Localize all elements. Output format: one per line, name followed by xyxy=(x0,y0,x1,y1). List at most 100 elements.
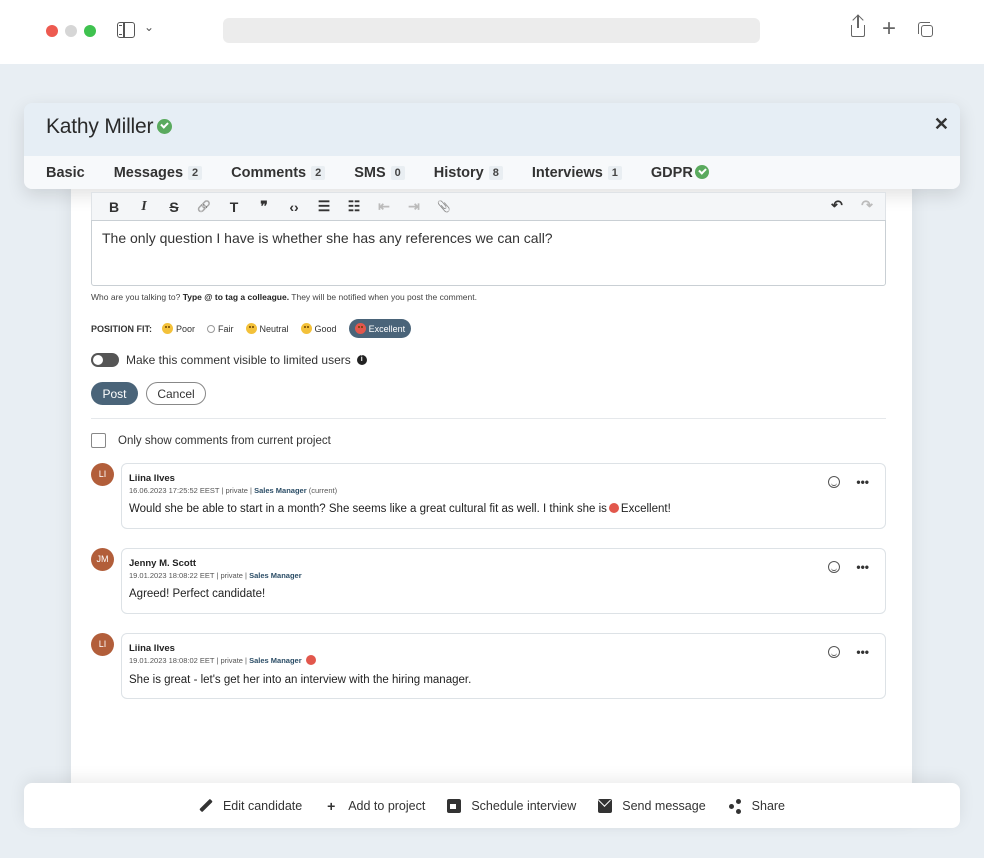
avatar: LI xyxy=(91,463,114,486)
plus-icon: + xyxy=(327,797,336,814)
tab-bar: Basic Messages 2 Comments 2 SMS 0 History 8 … xyxy=(24,156,960,189)
avatar: LI xyxy=(91,633,114,656)
fit-option-poor[interactable]: Poor xyxy=(162,323,195,334)
schedule-interview-button[interactable]: Schedule interview xyxy=(447,798,576,813)
heading-icon[interactable]: T xyxy=(226,199,242,215)
tab-basic[interactable]: Basic xyxy=(46,165,85,181)
tab-count: 2 xyxy=(188,165,203,180)
tab-count: 1 xyxy=(607,165,622,180)
tab-history[interactable]: History 8 xyxy=(434,165,503,181)
share-icon[interactable] xyxy=(851,14,865,37)
comment-editor[interactable]: The only question I have is whether she … xyxy=(91,220,886,286)
add-to-project-button[interactable]: + Add to project xyxy=(324,799,425,813)
add-reaction-icon[interactable] xyxy=(828,646,841,658)
more-options-icon[interactable]: ••• xyxy=(856,646,869,658)
attachment-icon[interactable]: 📎 xyxy=(436,200,452,213)
post-button[interactable]: Post xyxy=(91,382,138,405)
tab-sms[interactable]: SMS 0 xyxy=(354,165,405,181)
calendar-icon xyxy=(447,798,462,813)
avatar: JM xyxy=(91,548,114,571)
link-icon[interactable]: 🔗 xyxy=(196,200,212,213)
close-icon[interactable]: ✕ xyxy=(934,114,949,135)
quote-icon[interactable]: ❞ xyxy=(256,198,272,215)
tab-overview-icon[interactable] xyxy=(918,22,934,38)
info-icon[interactable]: i xyxy=(356,355,367,365)
divider xyxy=(91,418,886,419)
gdpr-check-icon xyxy=(694,164,709,179)
more-options-icon[interactable]: ••• xyxy=(856,561,869,573)
send-message-button[interactable]: Send message xyxy=(598,798,706,813)
comment-text: She is great - let's get her into an int… xyxy=(129,674,472,687)
project-filter-label: Only show comments from current project xyxy=(118,434,331,447)
tab-gdpr[interactable]: GDPR xyxy=(651,164,709,181)
comment-author: Liina Ilves xyxy=(129,643,175,654)
tab-interviews[interactable]: Interviews 1 xyxy=(532,165,622,181)
browser-chrome: ⌄ + xyxy=(0,0,984,64)
editor-toolbar: B I S 🔗 T ❞ ‹› ☰ ☷ ⇤ ⇥ 📎 ↶ ↷ xyxy=(91,192,886,220)
comment-card: Liina Ilves 19.01.2023 18:08:02 EET | pr… xyxy=(121,633,886,699)
bullet-list-icon[interactable]: ☰ xyxy=(316,198,332,215)
comment-text: Would she be able to start in a month? S… xyxy=(129,502,671,515)
visibility-toggle-label: Make this comment visible to limited use… xyxy=(126,353,351,367)
add-reaction-icon[interactable] xyxy=(828,476,841,488)
comment-author: Jenny M. Scott xyxy=(129,558,197,569)
tab-comments[interactable]: Comments 2 xyxy=(231,165,326,181)
fit-option-neutral[interactable]: Neutral xyxy=(245,323,289,334)
heart-eyes-face-icon xyxy=(305,655,316,666)
close-window-button[interactable] xyxy=(46,25,58,37)
chevron-down-icon[interactable]: ⌄ xyxy=(144,20,154,34)
visibility-toggle-row: Make this comment visible to limited use… xyxy=(91,353,367,367)
share-button[interactable]: Share xyxy=(728,798,785,814)
new-tab-icon[interactable]: + xyxy=(882,17,896,41)
tab-count: 2 xyxy=(311,165,326,180)
strikethrough-icon[interactable]: S xyxy=(166,199,182,215)
sidebar-toggle-icon[interactable] xyxy=(117,22,135,38)
comment-text: Agreed! Perfect candidate! xyxy=(129,588,266,600)
editor-text: The only question I have is whether she … xyxy=(102,230,553,246)
neutral-circle-icon xyxy=(207,324,216,333)
candidate-header: Kathy Miller ✕ Basic Messages 2 Comments 2… xyxy=(24,103,960,189)
weary-face-icon xyxy=(162,323,174,334)
position-fit-label: POSITION FIT: xyxy=(91,323,153,334)
cancel-button[interactable]: Cancel xyxy=(146,382,206,405)
add-reaction-icon[interactable] xyxy=(828,561,841,573)
heart-eyes-face-icon xyxy=(354,323,366,334)
edit-candidate-button[interactable]: Edit candidate xyxy=(199,799,302,813)
position-fit: POSITION FIT: Poor Fair Neutral Good Exc… xyxy=(91,319,423,338)
minimize-window-button[interactable] xyxy=(65,25,77,37)
tab-messages[interactable]: Messages 2 xyxy=(114,165,203,181)
address-bar[interactable] xyxy=(223,18,760,43)
mention-hint: Who are you talking to? Type @ to tag a … xyxy=(91,292,477,302)
redo-icon[interactable]: ↷ xyxy=(859,197,875,214)
verified-check-icon xyxy=(157,118,173,134)
envelope-icon xyxy=(598,798,613,813)
comment-card: Jenny M. Scott 19.01.2023 18:08:22 EET |… xyxy=(121,548,886,614)
comment-meta: 16.06.2023 17:25:52 EEST | private | Sal… xyxy=(129,486,338,495)
numbered-list-icon[interactable]: ☷ xyxy=(346,198,362,215)
comment-card: Liina Ilves 16.06.2023 17:25:52 EEST | p… xyxy=(121,463,886,529)
tab-count: 0 xyxy=(390,165,405,180)
neutral-face-icon xyxy=(245,323,257,334)
italic-icon[interactable]: I xyxy=(136,199,152,215)
code-icon[interactable]: ‹› xyxy=(286,199,302,215)
share-icon xyxy=(728,798,742,814)
visibility-toggle[interactable] xyxy=(91,353,119,367)
indent-icon[interactable]: ⇥ xyxy=(406,198,422,215)
tab-count: 8 xyxy=(488,165,503,180)
outdent-icon[interactable]: ⇤ xyxy=(376,198,392,215)
comment-author: Liina Ilves xyxy=(129,473,175,484)
comment-meta: 19.01.2023 18:08:22 EET | private | Sale… xyxy=(129,571,302,580)
more-options-icon[interactable]: ••• xyxy=(856,476,869,488)
bold-icon[interactable]: B xyxy=(106,199,122,215)
project-filter-checkbox[interactable] xyxy=(91,433,106,448)
action-bar: Edit candidate + Add to project Schedule … xyxy=(24,783,960,828)
comment-meta: 19.01.2023 18:08:02 EET | private | Sale… xyxy=(129,655,878,666)
smiling-face-icon xyxy=(300,323,312,334)
fit-option-good[interactable]: Good xyxy=(300,323,337,334)
fit-option-fair[interactable]: Fair xyxy=(207,324,234,334)
undo-icon[interactable]: ↶ xyxy=(829,197,845,214)
candidate-name: Kathy Miller xyxy=(46,115,173,139)
fit-option-excellent[interactable]: Excellent xyxy=(348,319,412,338)
heart-eyes-face-icon xyxy=(608,502,619,513)
maximize-window-button[interactable] xyxy=(84,25,96,37)
